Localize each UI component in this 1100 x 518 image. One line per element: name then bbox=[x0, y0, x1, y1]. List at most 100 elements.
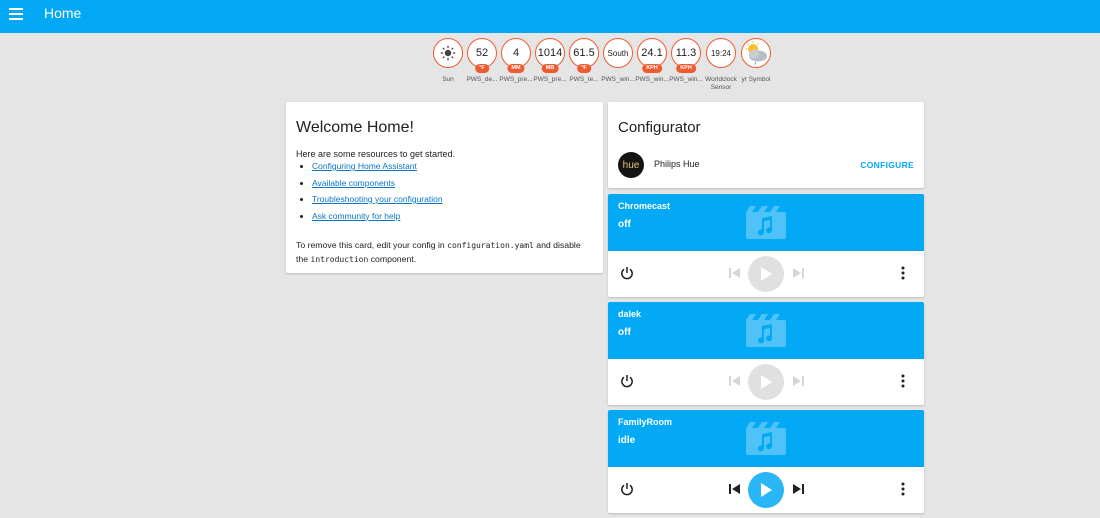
next-track-icon[interactable] bbox=[793, 483, 804, 495]
badge-unit: MM bbox=[507, 64, 525, 73]
previous-track-icon[interactable] bbox=[729, 267, 740, 279]
more-vert-icon[interactable] bbox=[900, 482, 906, 496]
badge-value: 19:24 bbox=[710, 48, 732, 58]
link-configuring-home-assistant[interactable]: Configuring Home Assistant bbox=[312, 161, 417, 171]
previous-track-icon[interactable] bbox=[729, 375, 740, 387]
badge-circle: 11.3 KPH bbox=[671, 38, 701, 73]
movie-icon bbox=[746, 206, 786, 239]
badge-pws-wind-dir[interactable]: South PWS_win... bbox=[601, 38, 635, 84]
play-icon bbox=[761, 483, 772, 497]
play-icon bbox=[761, 267, 772, 281]
badge-circle bbox=[433, 38, 463, 68]
badge-label: yr Symbol bbox=[741, 76, 771, 83]
badge-label: PWS_win... bbox=[635, 76, 669, 83]
play-button[interactable] bbox=[748, 364, 784, 400]
badge-value: 24.1 bbox=[641, 47, 663, 59]
media-header: FamilyRoom idle bbox=[608, 410, 924, 467]
badge-pws-precip[interactable]: 4 MM PWS_pre... bbox=[499, 38, 533, 84]
badge-pws-wind-speed[interactable]: 11.3 KPH PWS_win... bbox=[669, 38, 703, 84]
configurator-card: Configurator hue Philips Hue CONFIGURE bbox=[608, 102, 924, 188]
media-player-card: Chromecast off bbox=[608, 194, 924, 297]
list-item: Available components bbox=[312, 178, 443, 188]
list-item: Ask community for help bbox=[312, 211, 443, 221]
media-player-state: off bbox=[618, 327, 631, 338]
removal-instructions: To remove this card, edit your config in… bbox=[296, 239, 591, 266]
component-code: introduction bbox=[310, 254, 369, 264]
badge-pws-wind-gust[interactable]: 24.1 KPH PWS_win... bbox=[635, 38, 669, 84]
badge-label: PWS_pre... bbox=[533, 76, 567, 83]
media-player-state: off bbox=[618, 219, 631, 230]
badge-circle: South bbox=[603, 38, 633, 68]
badge-sun[interactable]: Sun bbox=[431, 38, 465, 84]
media-controls bbox=[608, 467, 924, 513]
power-icon[interactable] bbox=[620, 482, 634, 496]
play-button[interactable] bbox=[748, 472, 784, 508]
badge-circle bbox=[741, 38, 771, 68]
link-available-components[interactable]: Available components bbox=[312, 178, 395, 188]
welcome-title: Welcome Home! bbox=[296, 119, 414, 136]
next-track-icon[interactable] bbox=[793, 267, 804, 279]
more-vert-icon[interactable] bbox=[900, 374, 906, 388]
badge-label: PWS_win... bbox=[601, 76, 635, 83]
badge-circle: 61.5 °F bbox=[569, 38, 599, 73]
list-item: Configuring Home Assistant bbox=[312, 161, 443, 171]
badge-circle: 24.1 KPH bbox=[637, 38, 667, 73]
config-file-code: configuration.yaml bbox=[447, 241, 534, 250]
badge-value: South bbox=[607, 48, 629, 58]
page-title: Home bbox=[44, 5, 82, 21]
media-controls bbox=[608, 251, 924, 297]
badge-unit: KPH bbox=[642, 64, 662, 73]
badge-label: Sun bbox=[442, 76, 454, 83]
media-player-name: dalek bbox=[618, 309, 642, 319]
link-troubleshooting[interactable]: Troubleshooting your configuration bbox=[312, 194, 443, 204]
badge-unit: °F bbox=[577, 64, 591, 73]
badge-label: PWS_te... bbox=[569, 76, 599, 83]
removal-text: To remove this card, edit your config in bbox=[296, 240, 448, 250]
badge-value: 52 bbox=[475, 47, 489, 59]
previous-track-icon[interactable] bbox=[729, 483, 740, 495]
configure-button[interactable]: CONFIGURE bbox=[860, 160, 914, 170]
badge-unit: MB bbox=[541, 64, 559, 73]
media-player-name: Chromecast bbox=[618, 201, 671, 211]
badge-label: PWS_de... bbox=[466, 76, 498, 83]
badge-circle: 52 °F bbox=[467, 38, 497, 73]
list-item: Troubleshooting your configuration bbox=[312, 194, 443, 204]
badge-label: Worldclock Sensor bbox=[705, 76, 737, 91]
more-vert-icon[interactable] bbox=[900, 266, 906, 280]
media-player-card: FamilyRoom idle bbox=[608, 410, 924, 513]
media-player-state: idle bbox=[618, 435, 636, 446]
weather-partly-cloudy-icon bbox=[745, 41, 767, 65]
play-button[interactable] bbox=[748, 256, 784, 292]
badge-pws-temp[interactable]: 61.5 °F PWS_te... bbox=[567, 38, 601, 84]
badge-pws-pressure[interactable]: 1014 MB PWS_pre... bbox=[533, 38, 567, 84]
play-icon bbox=[761, 375, 772, 389]
badge-yr-symbol[interactable]: yr Symbol bbox=[739, 38, 773, 84]
configurator-title: Configurator bbox=[618, 119, 701, 136]
media-controls bbox=[608, 359, 924, 405]
badge-circle: 1014 MB bbox=[535, 38, 565, 73]
badge-value: 1014 bbox=[537, 47, 563, 59]
movie-icon bbox=[746, 422, 786, 455]
badge-circle: 4 MM bbox=[501, 38, 531, 73]
top-app-bar: Home bbox=[0, 0, 1100, 33]
movie-icon bbox=[746, 314, 786, 347]
menu-icon[interactable] bbox=[9, 8, 23, 20]
badge-unit: KPH bbox=[676, 64, 696, 73]
power-icon[interactable] bbox=[620, 266, 634, 280]
badge-value: 11.3 bbox=[675, 47, 697, 59]
next-track-icon[interactable] bbox=[793, 375, 804, 387]
link-ask-community[interactable]: Ask community for help bbox=[312, 211, 400, 221]
media-header: dalek off bbox=[608, 302, 924, 359]
badge-worldclock[interactable]: 19:24 Worldclock Sensor bbox=[704, 38, 738, 92]
welcome-card: Welcome Home! Here are some resources to… bbox=[286, 102, 603, 273]
resource-links: Configuring Home Assistant Available com… bbox=[302, 161, 443, 227]
hue-logo: hue bbox=[618, 152, 644, 178]
badge-unit: °F bbox=[475, 64, 489, 73]
badge-label: PWS_win... bbox=[669, 76, 703, 83]
media-header: Chromecast off bbox=[608, 194, 924, 251]
configurator-item-name: Philips Hue bbox=[654, 159, 700, 169]
power-icon[interactable] bbox=[620, 374, 634, 388]
badge-pws-dewpoint[interactable]: 52 °F PWS_de... bbox=[465, 38, 499, 84]
removal-text: component. bbox=[368, 253, 417, 264]
media-player-name: FamilyRoom bbox=[618, 417, 673, 427]
